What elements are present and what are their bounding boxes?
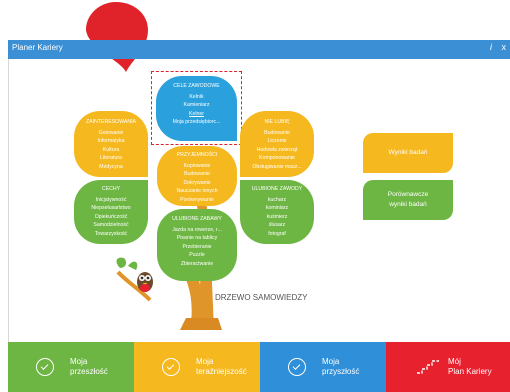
list-item: Inicjatywność [95,196,127,203]
nav-label-line2: przyszłość [322,367,360,376]
leaf-title: PRZYJEMNOŚCI [176,152,218,158]
nav-future[interactable]: Moja przyszłość [260,342,386,392]
list-item: Zbieractwanie [180,260,214,267]
nav-label-line1: Moja [70,357,88,366]
list-item: kominiarz [265,205,289,212]
leaf-title: ULUBIONE ZAWODY [251,186,303,192]
nav-past[interactable]: Moja przeszłość [8,342,134,392]
nav-label-line1: Mój [448,357,461,366]
leaf-title: ZAINTERESOWANIA [86,119,136,125]
leaf-title: CECHY [101,186,121,192]
list-item: Budowanie [184,171,210,178]
list-item: Porównywanie [180,196,214,203]
check-circle-icon [36,358,54,376]
list-item: kucharz [267,196,287,203]
nav-label-line1: Moja [322,357,340,366]
list-item: Puzzle [189,252,205,259]
results-button-label: Wyniki badań [388,149,428,156]
list-item: Opiekuńczość [94,213,128,220]
list-item: Komponowanie [259,155,295,162]
dislikes-leaf[interactable]: NIE LUBIĘ Budowanie Liczenie Hodowla zwi… [240,111,314,177]
list-item: Towarzyskość [94,230,128,237]
list-item: Liczenie [267,138,287,145]
list-item: Pisanie na tablicy [176,235,218,242]
list-item: Nauczanie innych [176,188,218,195]
selection-highlight [151,71,242,145]
pleasures-leaf[interactable]: PRZYJEMNOŚCI Kopiowanie Budowanie Dokryw… [157,146,237,206]
nav-career-plan[interactable]: Mój Plan Kariery [386,342,510,392]
list-item: ślusarz [268,222,286,229]
list-item: Budowanie [264,129,290,136]
nav-label-line2: przeszłość [70,367,108,376]
results-button[interactable]: Wyniki badań [363,133,453,173]
nav-label-line2: teraźniejszość [196,367,247,376]
list-item: Kultura [102,146,120,153]
nav-present[interactable]: Moja teraźniejszość [134,342,260,392]
list-item: Medycyna [99,163,123,170]
traits-leaf[interactable]: CECHY Inicjatywność Niepsełusarlstwo Opi… [74,180,148,244]
list-item: Samodzielność [93,222,129,229]
nav-label-line1: Moja [196,357,214,366]
list-item: Informatyka [97,138,125,145]
list-item: Hodowla zwierząt [256,146,298,153]
leaf-title: ULUBIONE ZABAWY [172,216,222,222]
nav-label-line2: Plan Kariery [448,367,492,376]
list-item: Literatura [100,155,122,162]
list-item: Przebieranie [182,243,212,250]
check-circle-icon [162,358,180,376]
list-item: Dokrywanie [183,179,211,186]
comparative-results-button[interactable]: Porównawcze wyniki badań [363,180,453,220]
favourite-games-leaf[interactable]: ULUBIONE ZABAWY Jazda na rowerze, r... P… [157,209,237,281]
tree-label: DRZEWO SAMOWIEDZY [215,293,308,302]
list-item: fotograf [268,230,286,237]
list-item: Obsługiwanie masz... [252,163,302,170]
compare-label-line1: Porównawcze [387,191,429,198]
list-item: Jazda na rowerze, r... [172,226,222,233]
interests-leaf[interactable]: ZAINTERESOWANIA Gotowanie Informatyka Ku… [74,111,148,177]
leaf-title: NIE LUBIĘ [264,119,290,125]
compare-label-line2: wyniki badań [389,201,427,208]
stairs-icon [417,360,439,374]
check-circle-icon [288,358,306,376]
list-item: Niepsełusarlstwo [91,205,131,212]
list-item: Kopiowanie [183,162,211,169]
favourite-jobs-leaf[interactable]: ULUBIONE ZAWODY kucharz kominiarz kuśmie… [240,180,314,244]
list-item: Gotowanie [98,129,124,136]
list-item: kuśmierz [266,213,288,220]
